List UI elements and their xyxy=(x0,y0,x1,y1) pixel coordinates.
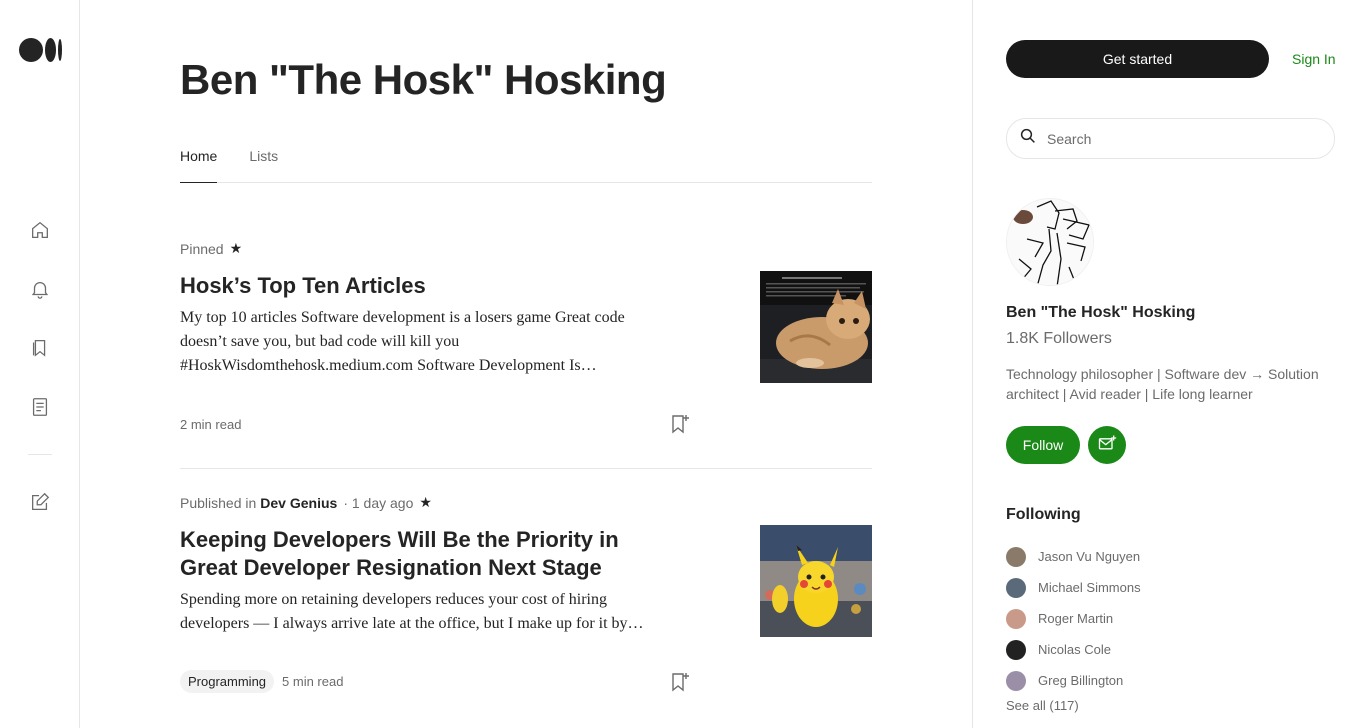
article-card: Published in Dev Genius · 1 day ago ★ Ke… xyxy=(180,494,872,728)
following-name: Greg Billington xyxy=(1038,673,1124,688)
following-item[interactable]: Jason Vu Nguyen xyxy=(1006,541,1141,572)
avatar xyxy=(1006,608,1026,629)
article-title[interactable]: Hosk’s Top Ten Articles xyxy=(180,272,680,300)
article-snippet[interactable]: Spending more on retaining developers re… xyxy=(180,588,670,636)
publish-date: · 1 day ago xyxy=(343,494,414,511)
logo-circle-small xyxy=(58,39,62,61)
pinned-label: Pinned xyxy=(180,240,224,257)
following-name: Roger Martin xyxy=(1038,611,1114,626)
page-title: Ben "The Hosk" Hosking xyxy=(180,56,667,103)
article-thumbnail[interactable] xyxy=(760,271,872,383)
followers-count[interactable]: 1.8K Followers xyxy=(1006,330,1112,348)
article-footer: 2 min read xyxy=(180,417,241,432)
following-name: Nicolas Cole xyxy=(1038,642,1111,657)
published-in-label: Published in xyxy=(180,494,257,511)
subscribe-email-button[interactable] xyxy=(1088,426,1126,464)
right-sidebar: Get started Sign In Ben "The Hosk" Hoski… xyxy=(972,0,1366,728)
search-icon xyxy=(1019,127,1037,150)
following-item[interactable]: Roger Martin xyxy=(1006,603,1141,634)
tab-home[interactable]: Home xyxy=(180,148,218,183)
topic-tag[interactable]: Programming xyxy=(180,670,275,693)
avatar[interactable] xyxy=(1006,198,1094,286)
avatar xyxy=(1006,577,1026,598)
search-bar[interactable] xyxy=(1006,118,1335,159)
avatar xyxy=(1006,639,1026,660)
rail-divider xyxy=(28,454,52,455)
library-icon[interactable] xyxy=(28,336,52,360)
avatar xyxy=(1006,546,1026,567)
mail-plus-icon xyxy=(1097,433,1117,458)
article-meta: Pinned ★ xyxy=(180,240,872,257)
article-snippet[interactable]: My top 10 articles Software development … xyxy=(180,306,670,378)
tab-lists[interactable]: Lists xyxy=(249,148,278,183)
article-card: Pinned ★ Hosk’s Top Ten Articles My top … xyxy=(180,240,872,469)
bookmark-icon[interactable] xyxy=(670,671,690,693)
article-footer: Programming 5 min read xyxy=(180,670,343,693)
author-name: Ben "The Hosk" Hosking xyxy=(1006,304,1196,321)
star-icon: ★ xyxy=(229,240,243,256)
avatar xyxy=(1006,670,1026,691)
following-item[interactable]: Nicolas Cole xyxy=(1006,634,1141,665)
follow-button[interactable]: Follow xyxy=(1006,426,1080,464)
write-icon[interactable] xyxy=(28,490,52,514)
following-item[interactable]: Greg Billington xyxy=(1006,665,1141,696)
following-item[interactable]: Michael Simmons xyxy=(1006,572,1141,603)
logo-circle-medium xyxy=(45,38,56,62)
read-time: 2 min read xyxy=(180,417,242,432)
following-name: Jason Vu Nguyen xyxy=(1038,549,1141,564)
article-title[interactable]: Keeping Developers Will Be the Priority … xyxy=(180,526,680,582)
logo-circle-large xyxy=(19,38,43,62)
see-all-following-link[interactable]: See all (117) xyxy=(1006,698,1079,713)
home-icon[interactable] xyxy=(28,218,52,242)
following-list: Jason Vu Nguyen Michael Simmons Roger Ma… xyxy=(1006,541,1141,696)
profile-tabs: Home Lists xyxy=(180,148,872,183)
medium-logo[interactable] xyxy=(19,38,62,62)
bookmark-icon[interactable] xyxy=(670,413,690,435)
following-name: Michael Simmons xyxy=(1038,580,1141,595)
following-heading: Following xyxy=(1006,506,1081,523)
get-started-button[interactable]: Get started xyxy=(1006,40,1269,78)
search-input[interactable] xyxy=(1047,130,1307,147)
stories-icon[interactable] xyxy=(28,395,52,419)
article-divider xyxy=(180,468,872,469)
article-meta: Published in Dev Genius · 1 day ago ★ xyxy=(180,494,872,511)
sign-in-link[interactable]: Sign In xyxy=(1292,51,1336,67)
author-bio: Technology philosopher | Software dev → … xyxy=(1006,366,1319,402)
article-thumbnail[interactable] xyxy=(760,525,872,637)
read-time: 5 min read xyxy=(282,674,344,689)
star-icon: ★ xyxy=(419,494,432,510)
notifications-icon[interactable] xyxy=(28,277,52,301)
left-rail xyxy=(0,0,80,728)
publication-link[interactable]: Dev Genius xyxy=(260,495,337,511)
